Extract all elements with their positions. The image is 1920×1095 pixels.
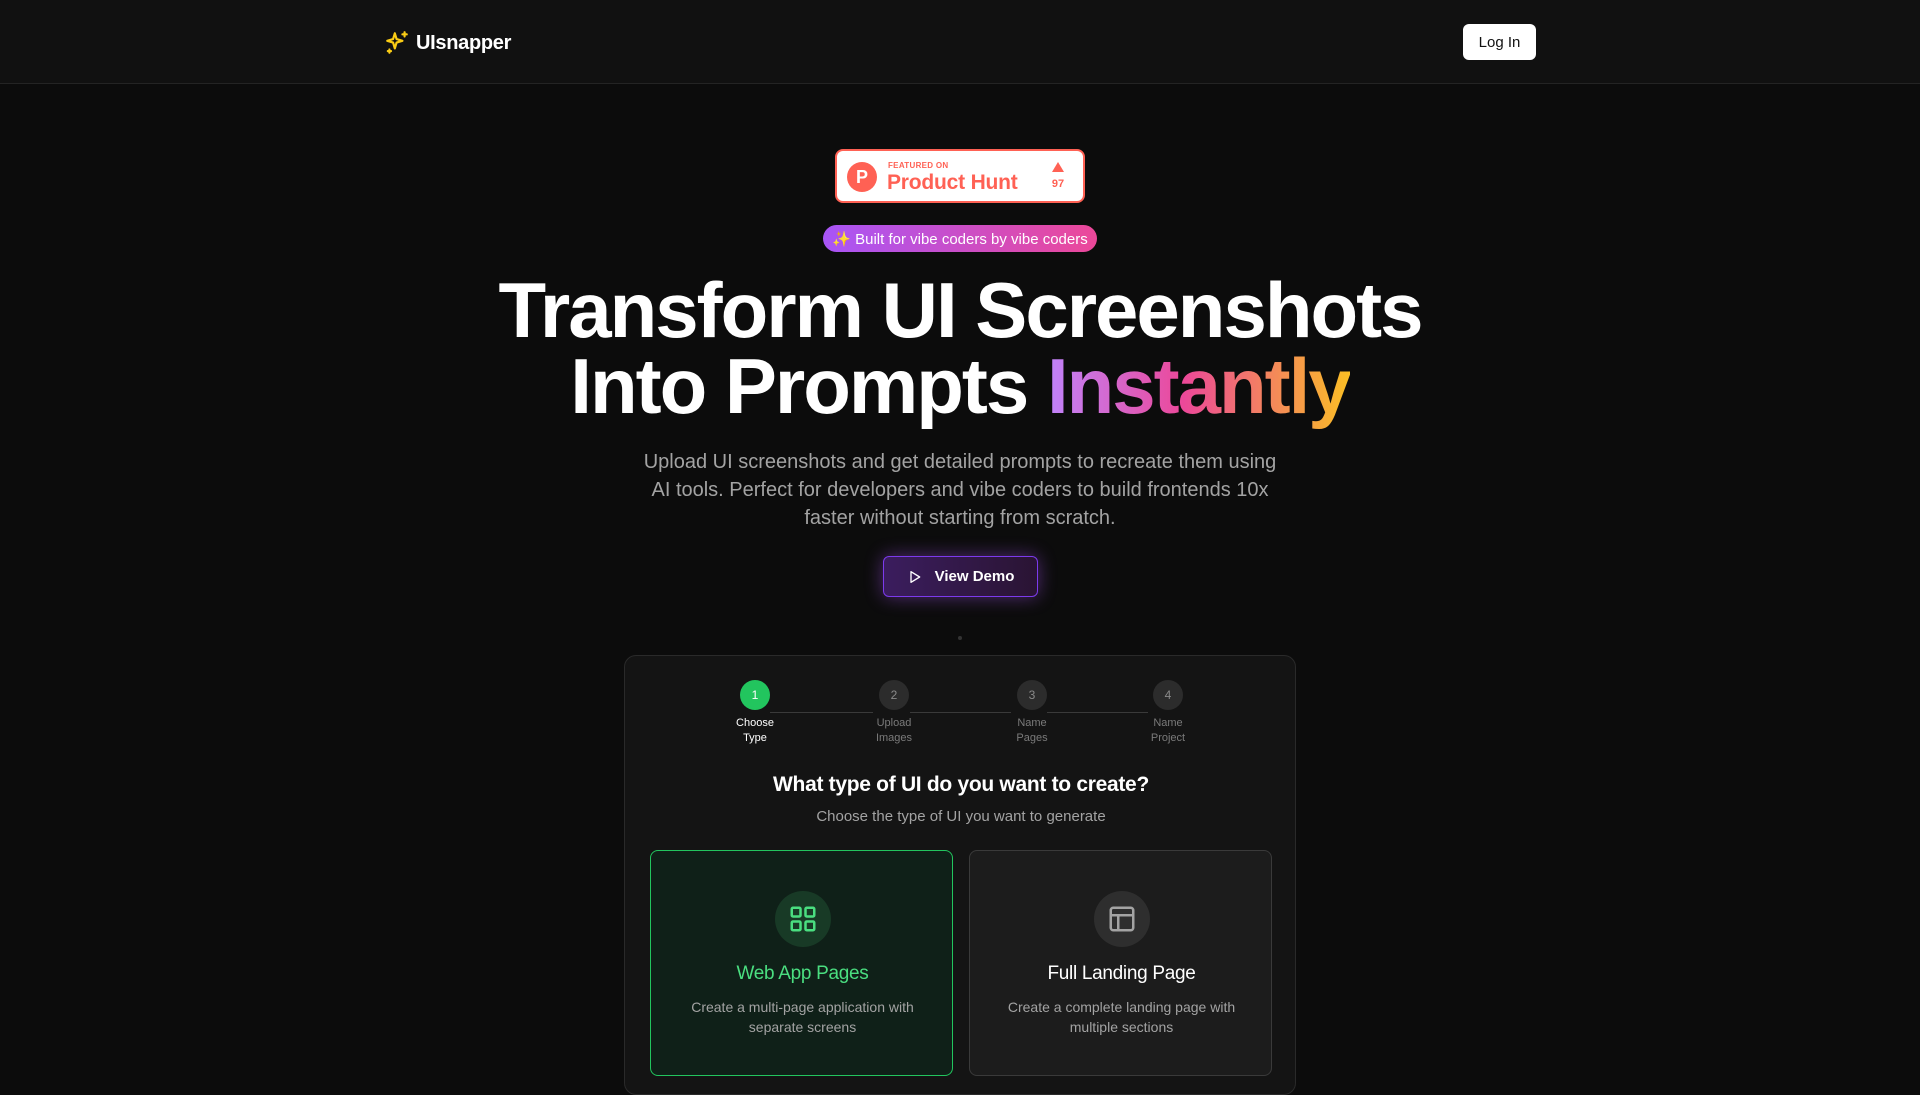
logo-text: UIsnapper xyxy=(416,31,512,54)
stepper: 1 Choose Type 2 Upload Images 3 Name Pages … xyxy=(625,656,1297,756)
step-number: 1 xyxy=(740,680,770,710)
view-demo-label: View Demo xyxy=(934,568,1015,585)
wizard-title: What type of UI do you want to create? xyxy=(773,773,1149,796)
step-number: 3 xyxy=(1017,680,1047,710)
decorative-dot xyxy=(958,636,962,640)
step-number: 2 xyxy=(879,680,909,710)
option-description: Create a multi-page application with sep… xyxy=(691,999,914,1035)
hero-subtitle: Upload UI screenshots and get detailed p… xyxy=(643,451,1277,529)
headline-line-2: Into Prompts xyxy=(570,342,1029,430)
sparkles-icon xyxy=(386,31,408,54)
login-button[interactable]: Log In xyxy=(1463,24,1536,60)
step-name-pages[interactable]: 3 Name Pages xyxy=(997,680,1067,746)
option-title: Full Landing Page xyxy=(1047,963,1196,984)
step-label: Upload Images xyxy=(875,717,913,744)
option-icon-wrap xyxy=(775,891,831,947)
hero-headline: Transform UI Screenshots Into Prompts In… xyxy=(460,271,1460,425)
option-full-landing-page[interactable]: Full Landing Page Create a complete land… xyxy=(969,850,1272,1076)
play-icon xyxy=(909,570,920,583)
option-description: Create a complete landing page with mult… xyxy=(1007,999,1236,1035)
tagline-pill: ✨ Built for vibe coders by vibe coders xyxy=(823,225,1097,252)
headline-line-1: Transform UI Screenshots xyxy=(498,266,1424,354)
upvote-arrow-icon xyxy=(1052,162,1064,172)
option-web-app-pages[interactable]: Web App Pages Create a multi-page applic… xyxy=(650,850,953,1076)
product-hunt-badge[interactable]: P FEATURED ON Product Hunt 97 xyxy=(835,149,1085,203)
product-hunt-logo-icon: P xyxy=(847,162,877,192)
layout-icon xyxy=(1109,906,1135,932)
upvote-count: 97 xyxy=(1051,178,1065,190)
top-navbar: UIsnapper Log In xyxy=(0,0,1920,84)
step-choose-type[interactable]: 1 Choose Type xyxy=(720,680,790,746)
option-icon-wrap xyxy=(1094,891,1150,947)
step-name-project[interactable]: 4 Name Project xyxy=(1133,680,1203,746)
step-upload-images[interactable]: 2 Upload Images xyxy=(859,680,929,746)
step-label: Name Project xyxy=(1150,717,1186,744)
step-number: 4 xyxy=(1153,680,1183,710)
step-label: Choose Type xyxy=(736,717,774,744)
wizard-card: 1 Choose Type 2 Upload Images 3 Name Pages … xyxy=(624,655,1296,1095)
option-title: Web App Pages xyxy=(736,963,869,984)
logo[interactable]: UIsnapper xyxy=(384,28,511,58)
wizard-subtitle: Choose the type of UI you want to genera… xyxy=(816,808,1106,825)
view-demo-button[interactable]: View Demo xyxy=(883,556,1038,597)
headline-gradient-word: Instantly xyxy=(1046,342,1352,430)
product-hunt-label: Product Hunt xyxy=(887,171,1018,194)
grid-icon xyxy=(790,906,816,932)
step-label: Name Pages xyxy=(1016,717,1048,744)
product-hunt-featured-label: FEATURED ON xyxy=(888,161,949,170)
